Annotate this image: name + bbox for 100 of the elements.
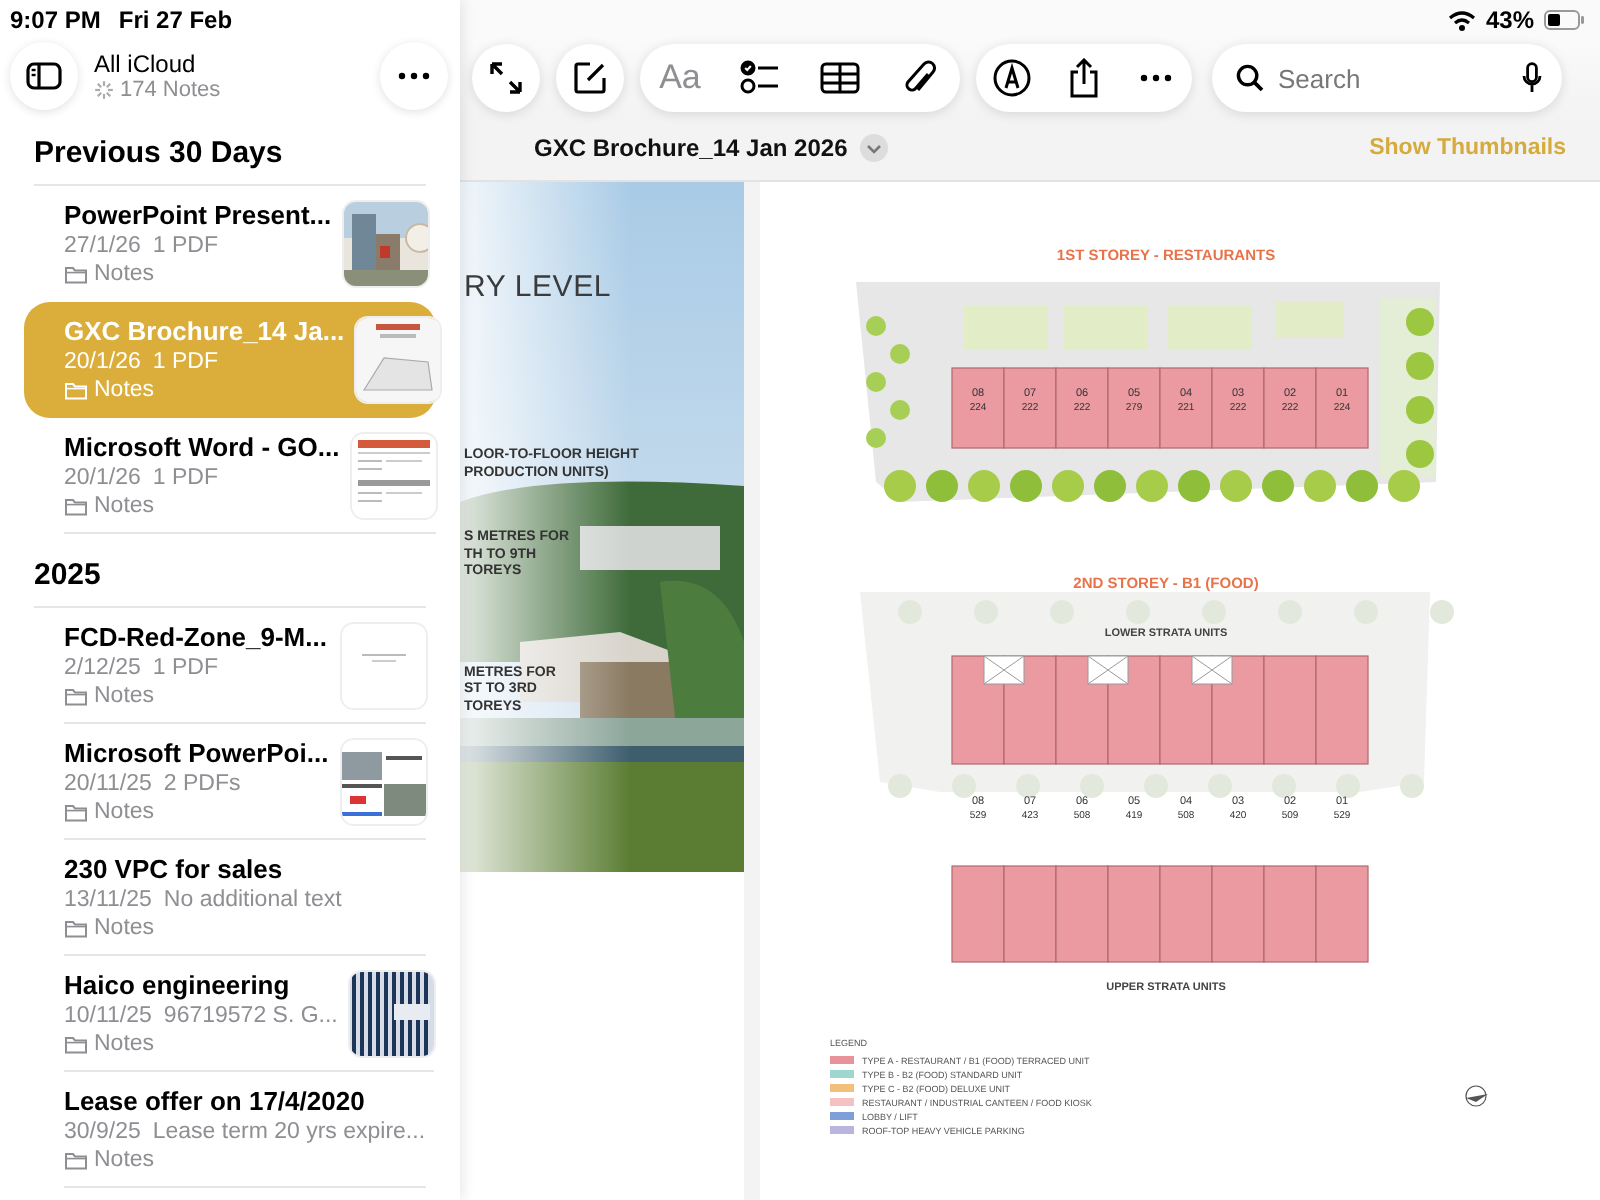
note-folder: Notes — [94, 1032, 155, 1056]
page-heading: RY LEVEL — [464, 270, 614, 304]
note-summary: No additional text — [163, 888, 342, 912]
notes-count: 174 Notes — [120, 78, 221, 102]
note-date: 20/1/26 — [64, 350, 141, 374]
void-drawing — [1191, 655, 1233, 685]
battery-icon — [1544, 10, 1584, 30]
folder-icon — [64, 380, 88, 400]
sidebar-icon — [26, 62, 62, 90]
markup-icon — [992, 58, 1032, 98]
note-folder: Notes — [94, 916, 155, 940]
note-folder: Notes — [94, 1148, 155, 1172]
note-thumbnail — [349, 971, 434, 1055]
note-folder: Notes — [94, 494, 155, 518]
lower-unit — [1315, 865, 1369, 963]
floor-plan-unit — [1263, 367, 1317, 449]
folder-icon — [64, 918, 88, 938]
note-date: 20/1/26 — [64, 466, 141, 490]
note-row[interactable]: Lease offer on 17/4/2020 30/9/25 Lease term 20 yrs expire... Notes — [24, 1072, 436, 1188]
note-folder: Notes — [94, 800, 155, 824]
void-drawing — [1087, 655, 1129, 685]
note-row[interactable]: 230 VPC for sales 13/11/25 No additional text Notes — [24, 840, 436, 956]
folder-icon — [64, 686, 88, 706]
note-row[interactable]: Microsoft Word - GO... 20/1/26 1 PDF Notes — [24, 418, 436, 534]
wifi-icon — [1447, 9, 1476, 31]
note-row[interactable]: Microsoft PowerPoi... 20/11/25 2 PDFs Notes — [24, 724, 436, 840]
note-row[interactable]: Haico engineering 10/11/25 96719572 S. G... Notes — [24, 956, 436, 1072]
note-thumbnail — [342, 739, 426, 823]
upper-unit — [1315, 655, 1369, 765]
lower-unit — [1159, 865, 1213, 963]
note-title: FCD-Red-Zone_9-M... — [64, 622, 329, 652]
checklist-icon — [740, 60, 780, 96]
sidebar-toggle-button[interactable] — [10, 42, 78, 110]
floor-plan-unit — [1315, 367, 1369, 449]
search-field[interactable]: Search — [1212, 44, 1562, 112]
status-date: Fri 27 Feb — [118, 6, 233, 34]
note-folder: Notes — [94, 378, 155, 402]
upper-unit — [1055, 655, 1109, 765]
note-thumbnail — [342, 623, 426, 707]
note-date: 30/9/25 — [64, 1120, 141, 1144]
note-title: Microsoft Word - GO... — [64, 432, 340, 462]
note-folder: Notes — [94, 684, 155, 708]
chevron-icon — [865, 143, 882, 153]
note-title: Haico engineering — [64, 970, 292, 1000]
upper-unit — [951, 655, 1005, 765]
compose-button[interactable] — [556, 44, 624, 112]
note-folder: Notes — [94, 262, 155, 286]
floor-plan-unit — [1055, 367, 1109, 449]
note-date: 20/11/25 — [64, 772, 152, 796]
more-button[interactable] — [380, 42, 448, 110]
floor-plan-unit — [1107, 367, 1161, 449]
chevron-button[interactable] — [859, 134, 888, 162]
battery-percent: 43% — [1485, 6, 1534, 34]
note-summary: 1 PDF — [152, 234, 218, 258]
share-icon — [1068, 58, 1100, 98]
note-title: 230 VPC for sales — [64, 854, 285, 884]
note-date: 2/12/25 — [64, 656, 141, 680]
floor-plan-unit — [1211, 367, 1265, 449]
note-summary: Lease term 20 yrs expire... — [152, 1120, 426, 1144]
expand-button[interactable] — [472, 44, 540, 112]
ellipsis-icon — [398, 72, 430, 80]
search-icon — [1236, 64, 1264, 92]
section-header: Previous 30 Days — [34, 112, 426, 186]
note-date: 13/11/25 — [64, 888, 152, 912]
spinner-icon — [94, 80, 114, 100]
upper-unit — [1263, 655, 1317, 765]
note-row[interactable]: PowerPoint Present... 27/1/26 1 PDF Notes — [24, 186, 436, 302]
folder-icon — [64, 1034, 88, 1054]
note-date: 27/1/26 — [64, 234, 141, 258]
document-title: GXC Brochure_14 Jan 2026 — [534, 134, 848, 162]
account-name: All iCloud — [94, 50, 198, 78]
upper-unit — [1159, 655, 1213, 765]
lower-unit — [1211, 865, 1265, 963]
note-title: Lease offer on 17/4/2020 — [64, 1086, 367, 1116]
section-header: 2025 — [34, 534, 426, 608]
note-summary: 1 PDF — [152, 350, 218, 374]
lower-unit — [1003, 865, 1057, 963]
lower-unit — [1263, 865, 1317, 963]
note-thumbnail — [351, 433, 436, 517]
microphone-icon[interactable] — [1522, 62, 1542, 94]
expand-icon — [488, 60, 524, 96]
folder-icon — [64, 496, 88, 516]
lower-unit — [1055, 865, 1109, 963]
note-title: GXC Brochure_14 Ja... — [64, 316, 345, 346]
folder-icon — [64, 264, 88, 284]
table-icon — [820, 62, 860, 94]
lower-unit — [1107, 865, 1161, 963]
floor-plan-unit — [1003, 367, 1057, 449]
compose-icon — [572, 60, 608, 96]
void-drawing — [983, 655, 1025, 685]
note-row[interactable]: FCD-Red-Zone_9-M... 2/12/25 1 PDF Notes — [24, 608, 436, 724]
note-summary: 1 PDF — [152, 656, 218, 680]
folder-icon — [64, 1150, 88, 1170]
lower-unit — [951, 865, 1005, 963]
note-date: 10/11/25 — [64, 1004, 152, 1028]
note-summary: 2 PDFs — [163, 772, 241, 796]
folder-icon — [64, 802, 88, 822]
note-title: Microsoft PowerPoi... — [64, 738, 330, 768]
search-input[interactable]: Search — [1278, 63, 1508, 93]
ellipsis-icon — [1140, 74, 1172, 82]
